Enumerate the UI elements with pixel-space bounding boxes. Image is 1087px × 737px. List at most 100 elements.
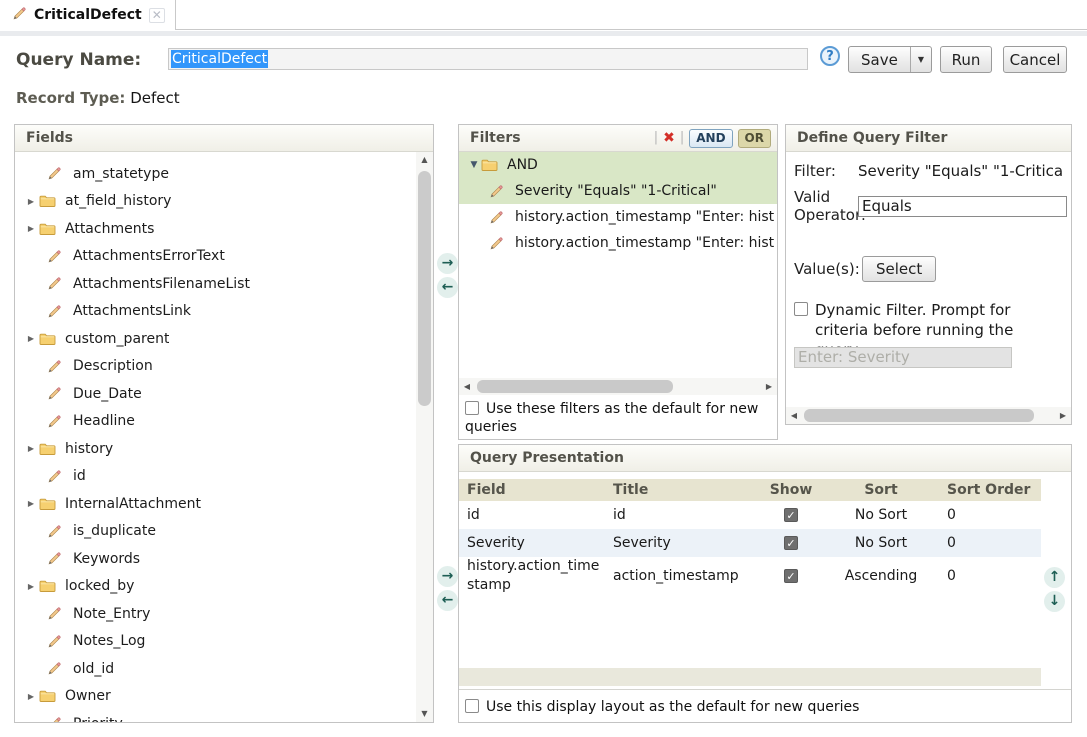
and-button[interactable]: AND bbox=[689, 129, 732, 148]
scrollbar-thumb[interactable] bbox=[804, 409, 1034, 422]
show-checkbox-checked[interactable]: ✓ bbox=[784, 569, 798, 583]
presentation-default-checkbox[interactable] bbox=[465, 699, 479, 713]
column-header-field[interactable]: Field bbox=[459, 481, 605, 500]
show-checkbox-checked[interactable]: ✓ bbox=[784, 508, 798, 522]
filter-item-label: history.action_timestamp "Enter: hist bbox=[515, 235, 774, 251]
expand-arrow-icon[interactable]: ▶ bbox=[23, 224, 39, 233]
field-folder-item[interactable]: ▶at_field_history bbox=[15, 188, 415, 216]
tab-close-icon[interactable]: ✕ bbox=[149, 8, 165, 23]
tab-criticaldefect[interactable]: CriticalDefect ✕ bbox=[0, 0, 176, 30]
field-item[interactable]: Keywords bbox=[15, 545, 415, 573]
select-values-button[interactable]: Select bbox=[862, 256, 936, 282]
scroll-left-icon[interactable]: ◀ bbox=[459, 378, 475, 395]
field-folder-item[interactable]: ▶Attachments bbox=[15, 215, 415, 243]
scrollbar-thumb[interactable] bbox=[418, 171, 431, 406]
filter-item[interactable]: Severity "Equals" "1-Critical" bbox=[459, 178, 777, 204]
field-label: InternalAttachment bbox=[65, 496, 201, 512]
values-label: Value(s): bbox=[794, 260, 858, 278]
cancel-button[interactable]: Cancel bbox=[1003, 46, 1067, 73]
field-item[interactable]: am_statetype bbox=[15, 160, 415, 188]
field-item[interactable]: is_duplicate bbox=[15, 518, 415, 546]
field-item[interactable]: Note_Entry bbox=[15, 600, 415, 628]
column-header-title[interactable]: Title bbox=[605, 482, 759, 498]
expand-arrow-icon[interactable]: ▶ bbox=[23, 444, 39, 453]
presentation-table-row[interactable]: idid✓No Sort0 bbox=[459, 501, 1041, 529]
scroll-up-icon[interactable]: ▲ bbox=[416, 152, 433, 168]
field-folder-item[interactable]: ▶ locked_by bbox=[15, 573, 415, 601]
field-item[interactable]: Notes_Log bbox=[15, 628, 415, 656]
presentation-table-row[interactable]: SeveritySeverity✓No Sort0 bbox=[459, 529, 1041, 557]
move-right-button[interactable]: → bbox=[437, 253, 458, 274]
cell-sort-order[interactable]: 0 bbox=[939, 507, 1041, 523]
field-item[interactable]: id bbox=[15, 463, 415, 491]
save-dropdown-arrow-icon[interactable]: ▼ bbox=[910, 47, 931, 72]
field-label: locked_by bbox=[65, 578, 134, 594]
field-label: old_id bbox=[73, 661, 114, 677]
scroll-right-icon[interactable]: ▶ bbox=[1055, 407, 1071, 424]
move-left-button[interactable]: ← bbox=[437, 277, 458, 298]
scroll-left-icon[interactable]: ◀ bbox=[786, 407, 802, 424]
column-header-show[interactable]: Show bbox=[759, 482, 823, 498]
expand-arrow-icon[interactable]: ▶ bbox=[23, 197, 39, 206]
field-item[interactable]: AttachmentsFilenameList bbox=[15, 270, 415, 298]
move-up-button[interactable]: ↑ bbox=[1044, 567, 1065, 588]
pencil-icon bbox=[47, 166, 67, 181]
move-down-button[interactable]: ↓ bbox=[1044, 591, 1065, 612]
fields-panel-title: Fields bbox=[15, 125, 433, 152]
cell-sort[interactable]: No Sort bbox=[823, 507, 939, 523]
field-item[interactable]: old_id bbox=[15, 655, 415, 683]
query-name-input[interactable]: CriticalDefect bbox=[168, 48, 808, 70]
presentation-panel-title: Query Presentation bbox=[459, 445, 1071, 472]
field-folder-item[interactable]: ▶custom_parent bbox=[15, 325, 415, 353]
filters-default-checkbox[interactable] bbox=[465, 401, 479, 415]
field-item[interactable]: Due_Date bbox=[15, 380, 415, 408]
move-right-button-presentation[interactable]: → bbox=[437, 566, 458, 587]
cell-sort[interactable]: Ascending bbox=[823, 568, 939, 584]
field-item[interactable]: Description bbox=[15, 353, 415, 381]
presentation-table-row[interactable]: history.action_timestampaction_timestamp… bbox=[459, 557, 1041, 595]
or-button[interactable]: OR bbox=[738, 129, 771, 148]
folder-icon bbox=[39, 442, 59, 456]
delete-filter-icon[interactable]: ✖ bbox=[663, 131, 675, 145]
filter-item[interactable]: history.action_timestamp "Enter: hist bbox=[459, 204, 777, 230]
field-folder-item[interactable]: ▶Owner bbox=[15, 683, 415, 711]
field-label: Headline bbox=[73, 413, 135, 429]
filters-tree: ▼ANDSeverity "Equals" "1-Critical"histor… bbox=[459, 152, 777, 378]
scroll-right-icon[interactable]: ▶ bbox=[761, 378, 777, 395]
filter-value: Severity "Equals" "1-Critica bbox=[858, 162, 1063, 180]
expand-arrow-icon[interactable]: ▶ bbox=[23, 692, 39, 701]
field-item[interactable]: AttachmentsLink bbox=[15, 298, 415, 326]
define-query-filter-panel: Define Query Filter Filter: Severity "Eq… bbox=[785, 124, 1072, 425]
filters-horizontal-scrollbar[interactable]: ◀ ▶ bbox=[459, 378, 777, 395]
filter-item[interactable]: history.action_timestamp "Enter: hist bbox=[459, 230, 777, 256]
expand-arrow-icon[interactable]: ▶ bbox=[23, 499, 39, 508]
valid-operator-input[interactable]: Equals bbox=[858, 196, 1067, 217]
divider bbox=[459, 689, 1071, 690]
define-horizontal-scrollbar[interactable]: ◀ ▶ bbox=[786, 407, 1071, 424]
dynamic-filter-checkbox[interactable] bbox=[794, 302, 808, 316]
pencil-icon bbox=[47, 469, 67, 484]
show-checkbox-checked[interactable]: ✓ bbox=[784, 536, 798, 550]
column-header-sort-order[interactable]: Sort Order bbox=[939, 482, 1041, 498]
run-button[interactable]: Run bbox=[940, 46, 992, 73]
column-header-sort[interactable]: Sort bbox=[823, 482, 939, 498]
cell-sort[interactable]: No Sort bbox=[823, 535, 939, 551]
collapse-arrow-icon[interactable]: ▼ bbox=[467, 160, 481, 170]
field-folder-item[interactable]: ▶ InternalAttachment bbox=[15, 490, 415, 518]
scroll-down-icon[interactable]: ▼ bbox=[416, 706, 433, 722]
presentation-bottom-bar bbox=[459, 668, 1041, 686]
field-folder-item[interactable]: ▶history bbox=[15, 435, 415, 463]
expand-arrow-icon[interactable]: ▶ bbox=[23, 334, 39, 343]
expand-arrow-icon[interactable]: ▶ bbox=[23, 582, 39, 591]
save-button[interactable]: Save ▼ bbox=[848, 46, 932, 73]
move-left-button-presentation[interactable]: ← bbox=[437, 590, 458, 611]
scrollbar-thumb[interactable] bbox=[477, 380, 673, 393]
filter-group-and[interactable]: ▼AND bbox=[459, 152, 777, 178]
cell-sort-order[interactable]: 0 bbox=[939, 568, 1041, 584]
field-item[interactable]: Priority bbox=[15, 710, 415, 722]
field-item[interactable]: AttachmentsErrorText bbox=[15, 243, 415, 271]
help-icon[interactable]: ? bbox=[820, 46, 840, 66]
fields-scrollbar[interactable]: ▲ ▼ bbox=[416, 152, 433, 722]
cell-sort-order[interactable]: 0 bbox=[939, 535, 1041, 551]
field-item[interactable]: Headline bbox=[15, 408, 415, 436]
